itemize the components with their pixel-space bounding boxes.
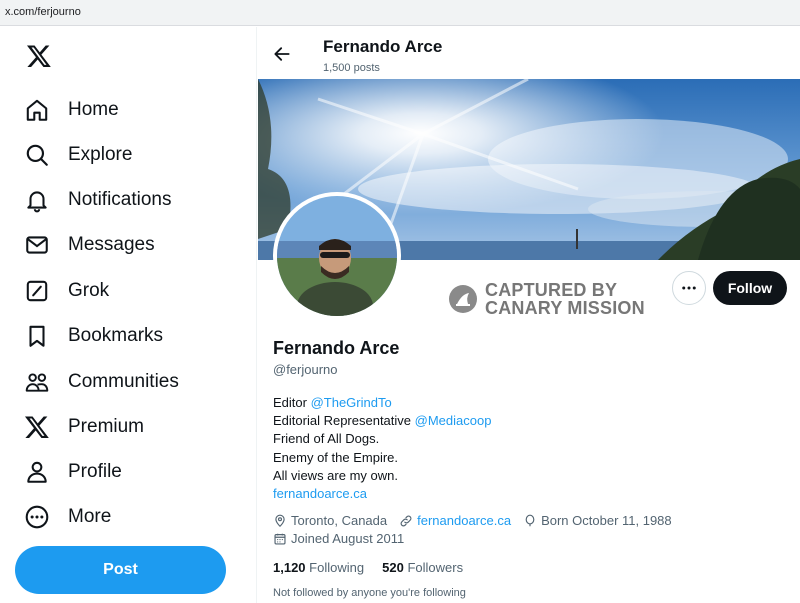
watermark-line-2: CANARY MISSION (485, 298, 645, 318)
bookmark-icon (29, 325, 45, 347)
avatar-photo (277, 196, 397, 316)
sidebar-item-communities[interactable]: Communities (24, 364, 179, 400)
grok-icon (26, 280, 48, 302)
sidebar-item-messages[interactable]: Messages (24, 227, 155, 263)
profile-main: Fernando Arce 1,500 posts CAPTURED BY CA… (258, 27, 800, 603)
bio-text: All views are my own. (273, 467, 398, 483)
avatar[interactable] (273, 192, 401, 320)
sidebar-item-label: Bookmarks (68, 325, 164, 346)
sidebar-item-bookmarks[interactable]: Bookmarks (24, 318, 163, 354)
watermark: CAPTURED BY CANARY MISSION (448, 281, 645, 317)
sidebar-item-more[interactable]: More (24, 499, 111, 535)
sidebar-item-label: Premium (68, 416, 145, 437)
bio-text: Friend of All Dogs. (273, 431, 380, 447)
bio-text: Enemy of the Empire. (273, 449, 398, 465)
watermark-line-1: CAPTURED BY (485, 280, 618, 300)
x-logo-icon (24, 416, 49, 439)
sidebar-item-label: Notifications (68, 189, 172, 210)
follow-counts: 1,120 Following 520 Followers (273, 560, 463, 575)
profile-handle: @ferjourno (273, 362, 338, 377)
url-text[interactable]: x.com/ferjourno (5, 6, 81, 18)
sidebar-item-premium[interactable]: Premium (24, 409, 144, 445)
sidebar-item-label: Grok (68, 280, 110, 301)
followers-link[interactable]: 520 Followers (382, 560, 463, 575)
person-icon (27, 461, 47, 483)
bio-text: Editorial Representative (273, 413, 415, 429)
sidebar-item-label: Communities (68, 371, 179, 392)
sidebar-item-notifications[interactable]: Notifications (24, 182, 172, 218)
profile-header-bar: Fernando Arce 1,500 posts (258, 27, 800, 79)
profile-birthdate: Born October 11, 1988 (541, 513, 672, 528)
mutual-followers-note: Not followed by anyone you're following (273, 587, 466, 599)
header-post-count: 1,500 posts (323, 62, 380, 74)
balloon-icon (525, 514, 535, 526)
more-options-button[interactable] (672, 271, 706, 305)
calendar-icon (274, 533, 286, 545)
bio-website-link[interactable]: fernandoarce.ca (273, 485, 491, 503)
following-count: 1,120 (273, 560, 306, 575)
follow-button[interactable]: Follow (713, 271, 787, 305)
sidebar-item-label: Messages (68, 234, 155, 255)
profile-location: Toronto, Canada (291, 513, 388, 528)
sidebar-nav: Home Explore Notifications Messages Grok… (0, 27, 257, 603)
profile-join-date: Joined August 2011 (291, 531, 405, 546)
sidebar-item-label: Home (68, 99, 119, 120)
back-arrow-icon[interactable] (272, 44, 292, 64)
sidebar-item-explore[interactable]: Explore (24, 137, 132, 173)
sidebar-item-profile[interactable]: Profile (24, 454, 122, 490)
profile-name: Fernando Arce (273, 338, 400, 358)
canary-mission-logo-icon (449, 285, 477, 313)
followers-label: Followers (407, 560, 464, 575)
home-icon (26, 99, 48, 121)
search-icon (26, 144, 48, 166)
bio-mention-link[interactable]: @TheGrindTo (311, 395, 392, 410)
following-label: Following (309, 560, 365, 575)
ellipsis-icon (682, 286, 696, 290)
browser-address-bar[interactable]: x.com/ferjourno (0, 0, 800, 26)
following-link[interactable]: 1,120 Following (273, 560, 364, 575)
x-logo-icon[interactable] (26, 43, 52, 69)
followers-count: 520 (382, 560, 404, 575)
profile-bio: Editor @TheGrindTo Editorial Representat… (273, 394, 491, 503)
communities-icon (25, 373, 49, 392)
envelope-icon (26, 236, 48, 254)
link-icon (400, 515, 412, 526)
bell-icon (27, 191, 47, 213)
bio-mention-link[interactable]: @Mediacoop (415, 413, 492, 428)
profile-website-link[interactable]: fernandoarce.ca (417, 513, 511, 528)
profile-meta-row: Joined August 2011 (273, 531, 404, 546)
sidebar-item-label: More (68, 506, 112, 527)
more-circle-icon (25, 505, 49, 529)
sidebar-item-grok[interactable]: Grok (24, 273, 109, 309)
sidebar-item-label: Profile (68, 461, 122, 482)
sidebar-item-home[interactable]: Home (24, 92, 119, 128)
sidebar-item-label: Explore (68, 144, 133, 165)
location-pin-icon (275, 514, 285, 527)
bio-text: Editor (273, 395, 311, 410)
post-button[interactable]: Post (15, 546, 226, 594)
profile-meta-row: Toronto, Canada fernandoarce.ca Born Oct… (273, 513, 672, 528)
header-profile-name: Fernando Arce (323, 37, 443, 56)
